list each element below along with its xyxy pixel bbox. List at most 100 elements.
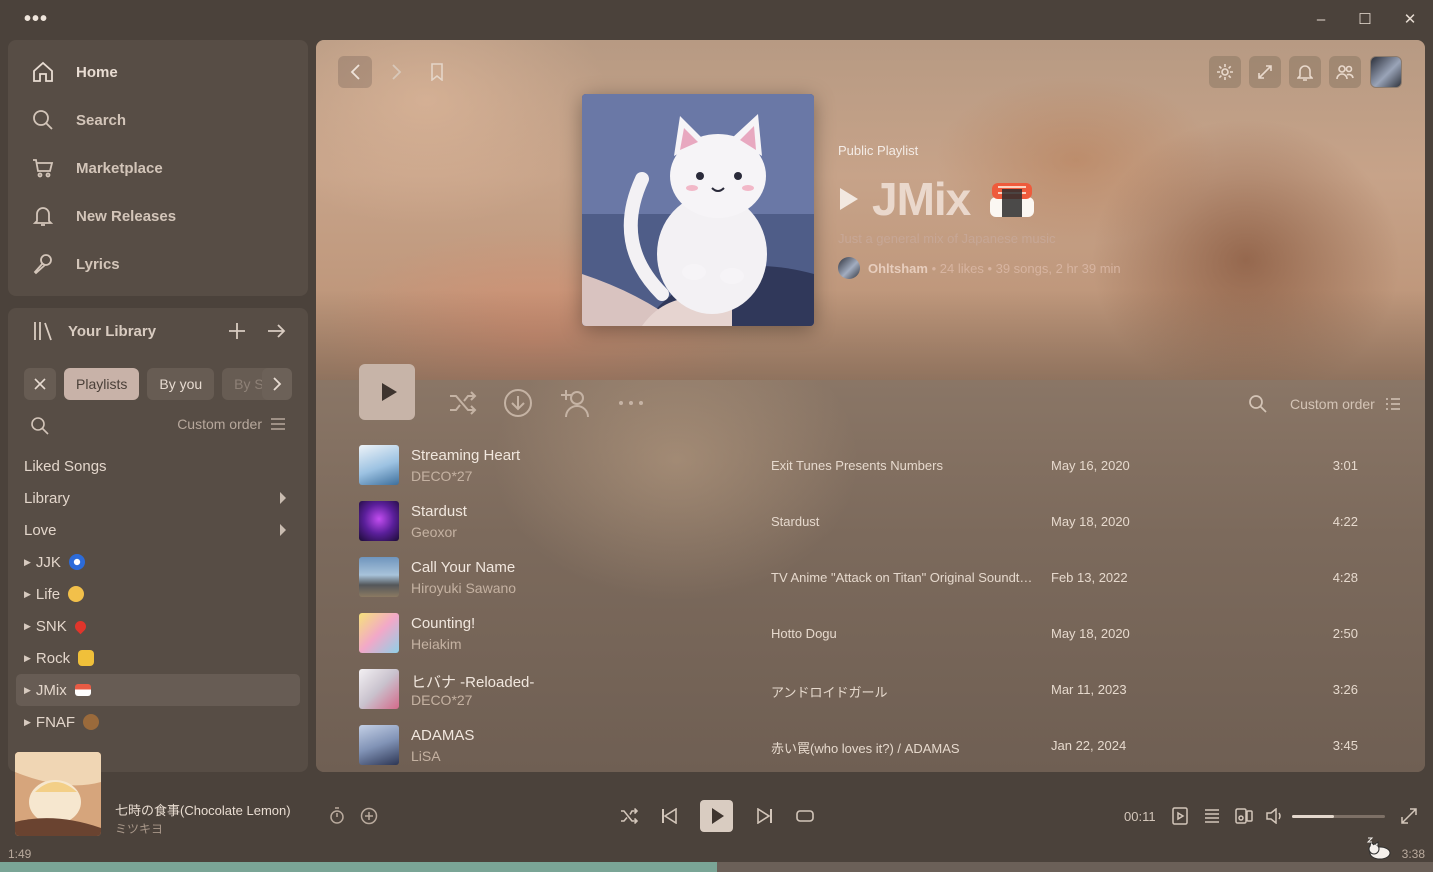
track-row[interactable]: Call Your Name Hiroyuki Sawano TV Anime … [359,557,1379,613]
track-title[interactable]: Stardust [411,503,467,520]
play-icon[interactable] [840,188,858,210]
playback-progress-fill [0,862,717,872]
track-row[interactable]: ヒバナ -Reloaded- DECO*27 アンドロイドガール Mar 11,… [359,669,1379,725]
friend-activity-button[interactable] [1329,56,1361,88]
clear-filter-button[interactable] [24,368,56,400]
library-item-library-folder[interactable]: Library [16,482,300,514]
track-title[interactable]: Counting! [411,615,475,632]
library-item-fnaf[interactable]: ▶ FNAF [16,706,300,738]
bookmark-icon [431,63,443,81]
now-playing-title[interactable]: 七時の食事(Chocolate Lemon) [115,800,291,819]
track-title[interactable]: Call Your Name [411,559,515,576]
track-artist[interactable]: Hiroyuki Sawano [411,580,516,596]
track-date-added: Mar 11, 2023 [1051,682,1127,697]
track-duration: 3:26 [1332,682,1358,697]
maximize-button[interactable]: ☐ [1355,10,1375,30]
track-artist[interactable]: DECO*27 [411,468,472,484]
playlist-sort-button[interactable]: Custom order [1290,396,1401,412]
track-title[interactable]: ADAMAS [411,727,474,744]
library-item-rock[interactable]: ▶ Rock [16,642,300,674]
playlist-likes: 24 likes [939,260,984,276]
nav-marketplace[interactable]: Marketplace [28,153,163,183]
mute-button[interactable] [1264,805,1286,827]
library-item-label: FNAF [35,713,76,731]
create-playlist-button[interactable] [226,320,248,342]
add-to-library-button[interactable] [358,805,380,827]
track-album[interactable]: 赤い罠(who loves it?) / ADAMAS [771,738,1036,757]
track-date-added: Jan 22, 2024 [1051,738,1127,753]
library-sort-label: Custom order [177,416,262,432]
now-playing-cover[interactable] [15,752,101,836]
library-search-icon[interactable] [30,416,50,436]
shuffle-toggle[interactable] [618,805,640,827]
track-row[interactable]: Counting! Heiakim Hotto Dogu May 18, 202… [359,613,1379,669]
nav-new-releases[interactable]: New Releases [28,201,176,231]
expand-button[interactable] [1249,56,1281,88]
owner-avatar[interactable] [838,257,860,279]
track-album[interactable]: アンドロイドガール [771,682,1036,701]
library-item-jjk[interactable]: ▶ JJK [16,546,300,578]
user-avatar[interactable] [1370,56,1402,88]
track-album[interactable]: Exit Tunes Presents Numbers [771,458,1036,473]
chips-scroll-right-button[interactable] [262,368,292,400]
previous-button[interactable] [658,805,680,827]
library-item-love-folder[interactable]: Love [16,514,300,546]
track-artist[interactable]: Geoxor [411,524,457,540]
play-pause-button[interactable] [700,800,733,832]
connect-device-button[interactable] [1233,805,1255,827]
add-collaborator-button[interactable] [558,386,592,420]
chip-by-you[interactable]: By you [147,368,215,400]
back-button[interactable] [338,56,372,88]
total-time: 3:38 [1401,847,1425,861]
library-item-label: JMix [35,681,67,699]
queue-button[interactable] [1201,805,1223,827]
nav-home[interactable]: Home [28,57,118,87]
track-album[interactable]: TV Anime "Attack on Titan" Original Soun… [771,570,1036,585]
track-row[interactable]: ADAMAS LiSA 赤い罠(who loves it?) / ADAMAS … [359,725,1379,772]
chip-playlists[interactable]: Playlists [64,368,140,400]
notifications-button[interactable] [1289,56,1321,88]
track-artist[interactable]: DECO*27 [411,692,472,708]
bookmark-button[interactable] [420,56,454,88]
library-sort-button[interactable]: Custom order [177,416,286,432]
track-artist[interactable]: LiSA [411,748,441,764]
track-title[interactable]: Streaming Heart [411,447,520,464]
track-album[interactable]: Stardust [771,514,1036,529]
your-library-button[interactable]: Your Library [32,320,156,342]
track-title[interactable]: ヒバナ -Reloaded- [411,671,534,692]
download-button[interactable] [501,386,535,420]
more-options-button[interactable] [614,386,648,420]
now-playing-artist[interactable]: ミツキヨ [115,820,163,837]
volume-slider[interactable] [1292,815,1385,818]
forward-button[interactable] [380,56,414,88]
close-button[interactable]: ✕ [1400,10,1420,30]
track-row[interactable]: Streaming Heart DECO*27 Exit Tunes Prese… [359,445,1379,501]
next-button[interactable] [754,805,776,827]
library-item-jmix[interactable]: ▶ JMix [16,674,300,706]
meta-separator: • [927,260,940,276]
playlist-owner[interactable]: Ohltsham [868,261,928,276]
play-icon [712,808,724,824]
library-item-snk[interactable]: ▶ SNK [16,610,300,642]
playlist-search-button[interactable] [1241,387,1275,421]
now-playing-view-button[interactable] [1169,805,1191,827]
play-playlist-button[interactable] [359,364,415,420]
track-album[interactable]: Hotto Dogu [771,626,1036,641]
library-item-liked-songs[interactable]: Liked Songs [16,450,300,482]
fullscreen-button[interactable] [1398,805,1420,827]
track-row[interactable]: Stardust Geoxor Stardust May 18, 2020 4:… [359,501,1379,557]
sleep-timer-button[interactable] [326,805,348,827]
settings-button[interactable] [1209,56,1241,88]
track-artist[interactable]: Heiakim [411,636,462,652]
library-item-life[interactable]: ▶ Life [16,578,300,610]
app-menu-button[interactable]: ••• [24,8,48,31]
nav-marketplace-label: Marketplace [76,159,163,177]
nav-search[interactable]: Search [28,105,126,135]
repeat-toggle[interactable] [794,805,816,827]
expand-library-button[interactable] [265,320,287,342]
playback-progress-bar[interactable] [0,862,1433,872]
minimize-button[interactable]: – [1311,10,1331,30]
library-item-label: Life [35,585,61,603]
shuffle-button[interactable] [446,386,480,420]
nav-lyrics[interactable]: Lyrics [28,249,120,279]
